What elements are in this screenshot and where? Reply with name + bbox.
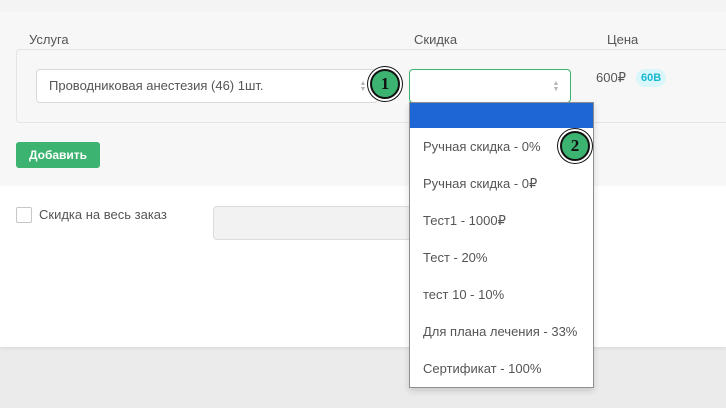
bonus-badge: 60В <box>636 69 667 87</box>
dropdown-option[interactable]: тест 10 - 10% <box>410 276 593 313</box>
service-select-value: Проводниковая анестезия (46) 1шт. <box>49 78 264 93</box>
price-column-header: Цена <box>607 32 639 47</box>
service-select[interactable]: Проводниковая анестезия (46) 1шт. ▲ ▼ <box>36 69 378 103</box>
order-card: Услуга Скидка Цена Проводниковая анестез… <box>0 12 726 347</box>
dropdown-option-empty[interactable] <box>410 103 593 128</box>
service-column-header: Услуга <box>29 32 69 47</box>
step-marker-1: 1 <box>370 69 400 99</box>
select-arrows-icon: ▲ ▼ <box>359 80 367 93</box>
discount-select[interactable]: ▲ ▼ <box>409 69 571 103</box>
dropdown-option[interactable]: Сертификат - 100% <box>410 350 593 387</box>
price-value: 600₽ <box>596 70 626 85</box>
step-marker-2: 2 <box>560 131 590 161</box>
dropdown-option[interactable]: Ручная скидка - 0₽ <box>410 165 593 202</box>
dropdown-option[interactable]: Тест1 - 1000₽ <box>410 202 593 239</box>
dropdown-option[interactable]: Тест - 20% <box>410 239 593 276</box>
select-arrows-icon: ▲ ▼ <box>552 80 560 93</box>
order-discount-checkbox[interactable] <box>16 207 32 223</box>
top-strip <box>0 0 726 12</box>
add-button[interactable]: Добавить <box>16 142 100 168</box>
order-discount-label: Скидка на весь заказ <box>39 207 167 222</box>
order-discount-input[interactable] <box>213 206 413 240</box>
services-panel: Услуга Скидка Цена Проводниковая анестез… <box>0 12 726 186</box>
dropdown-option[interactable]: Для плана лечения - 33% <box>410 313 593 350</box>
discount-column-header: Скидка <box>414 32 458 47</box>
